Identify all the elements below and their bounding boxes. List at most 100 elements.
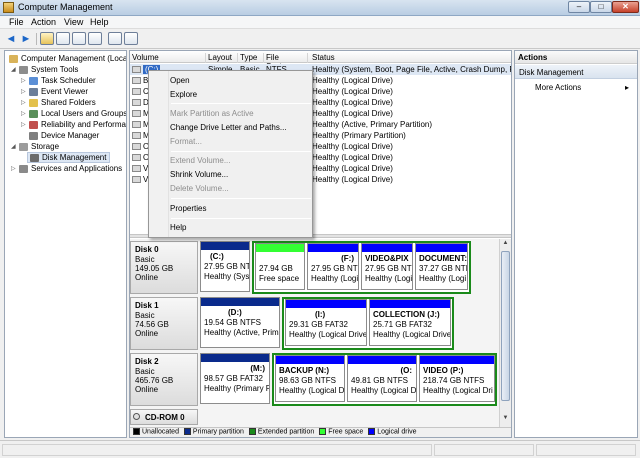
users-icon [29, 109, 38, 118]
legend-swatch-unallocated [133, 428, 140, 435]
menu-item-open[interactable]: Open [170, 76, 190, 85]
tree-item-event-viewer[interactable]: ▷ Event Viewer [21, 86, 88, 97]
tree-item-task-scheduler[interactable]: ▷ Task Scheduler [21, 75, 96, 86]
disk-2-label[interactable]: Disk 2 Basic 465.76 GB Online [130, 353, 198, 406]
tree-item-computer-management[interactable]: Computer Management (Local [7, 53, 126, 64]
tree-item-disk-management[interactable]: Disk Management [27, 152, 111, 163]
disk-row-2: Disk 2 Basic 465.76 GB Online (M:) 98.57 … [130, 353, 499, 406]
menu-item-explore[interactable]: Explore [170, 90, 197, 99]
partition-m[interactable]: (M:) 98.57 GB FAT32 Healthy (Primary P [200, 353, 270, 404]
disk-graphical-view: Disk 0 Basic 149.05 GB Online (C:) 27.95 … [130, 239, 499, 427]
context-menu: Open Explore Mark Partition as Active Ch… [148, 70, 313, 238]
cdrom-label[interactable]: CD-ROM 0 [130, 409, 198, 425]
legend-swatch-logical [368, 428, 376, 435]
expand-icon[interactable]: ▷ [21, 77, 27, 84]
services-icon [19, 164, 28, 173]
properties-icon[interactable] [72, 32, 86, 45]
column-type[interactable]: Type [240, 53, 264, 63]
tree-item-system-tools[interactable]: ◢ System Tools [11, 64, 78, 75]
partition-o[interactable]: (O: 49.81 GB NTFS Healthy (Logical Dr [347, 355, 417, 402]
menu-item-help[interactable]: Help [170, 223, 186, 232]
menu-item-extend-volume[interactable]: Extend Volume... [170, 156, 230, 165]
partition-collection-j[interactable]: COLLECTION (J:) 25.71 GB FAT32 Healthy (Lo… [369, 299, 451, 346]
drive-icon [132, 165, 141, 172]
menu-separator [171, 151, 311, 152]
free-space-disk-0[interactable]: 27.94 GB Free space [255, 243, 305, 290]
tree-item-local-users[interactable]: ▷ Local Users and Groups [21, 108, 126, 119]
partition-backup-n[interactable]: BACKUP (N:) 98.63 GB NTFS Healthy (Logical… [275, 355, 345, 402]
scrollbar-thumb[interactable] [501, 251, 510, 401]
partition-c[interactable]: (C:)27.95 GB NTFHealthy (Syst [200, 241, 250, 292]
menu-help[interactable]: Help [90, 17, 109, 27]
drive-icon [132, 99, 141, 106]
tree-item-reliability[interactable]: ▷ Reliability and Performa [21, 119, 126, 130]
scroll-down-icon[interactable]: ▼ [501, 415, 510, 425]
partition-f[interactable]: (F:) 27.95 GB NTF Healthy (Logi [307, 243, 359, 290]
collapse-icon[interactable]: ◢ [11, 66, 17, 73]
tree-item-shared-folders[interactable]: ▷ Shared Folders [21, 97, 96, 108]
status-bar [0, 440, 640, 458]
disk-row-0: Disk 0 Basic 149.05 GB Online (C:) 27.95 … [130, 241, 499, 294]
expand-icon[interactable]: ▷ [21, 99, 27, 106]
title-bar: Computer Management – □ ✕ [0, 0, 640, 16]
actions-section-disk-management[interactable]: Disk Management [515, 65, 637, 79]
tree-item-storage[interactable]: ◢ Storage [11, 141, 59, 152]
drive-icon [132, 132, 141, 139]
show-hide-tree-icon[interactable] [56, 32, 70, 45]
partition-d[interactable]: (D:) 19.54 GB NTFS Healthy (Active, Prima [200, 297, 280, 348]
minimize-button[interactable]: – [568, 1, 590, 13]
submenu-arrow-icon: ▸ [625, 83, 630, 92]
expand-icon[interactable]: ▷ [21, 88, 27, 95]
maximize-button[interactable]: □ [590, 1, 612, 13]
menu-file[interactable]: File [9, 17, 24, 27]
menu-item-delete-volume[interactable]: Delete Volume... [170, 184, 229, 193]
legend-swatch-primary [183, 428, 191, 435]
column-status[interactable]: Status [312, 53, 510, 63]
drive-icon [132, 88, 141, 95]
forward-arrow-icon[interactable]: ► [19, 32, 33, 45]
toolbar: ◄ ► [0, 29, 640, 49]
tree-item-device-manager[interactable]: Device Manager [27, 130, 99, 141]
device-manager-icon [29, 131, 38, 140]
toolbar-separator [36, 33, 37, 45]
expand-icon[interactable]: ▷ [21, 110, 27, 117]
partition-documents[interactable]: DOCUMENT: 37.27 GB NTF Healthy (Logi [415, 243, 468, 290]
menu-item-format[interactable]: Format... [170, 137, 202, 146]
menu-view[interactable]: View [64, 17, 83, 27]
volume-list-header: Volume Layout Type File System Status [130, 51, 511, 71]
disk-1-label[interactable]: Disk 1 Basic 74.56 GB Online [130, 297, 198, 350]
more-actions-link[interactable]: More Actions [535, 83, 581, 92]
column-file-system[interactable]: File System [266, 53, 308, 71]
graphical-view-scrollbar[interactable]: ▲ ▼ [499, 239, 511, 427]
collapse-icon[interactable]: ◢ [11, 143, 17, 150]
disk-0-label[interactable]: Disk 0 Basic 149.05 GB Online [130, 241, 198, 294]
partition-video-pix[interactable]: VIDEO&PIX 27.95 GB NTF Healthy (Logi [361, 243, 413, 290]
menu-item-properties[interactable]: Properties [170, 204, 206, 213]
menu-item-shrink-volume[interactable]: Shrink Volume... [170, 170, 228, 179]
menu-separator [171, 198, 311, 199]
clock-icon [29, 76, 38, 85]
status-cell [536, 444, 636, 456]
menu-action[interactable]: Action [31, 17, 56, 27]
partition-i[interactable]: (I:) 29.31 GB FAT32 Healthy (Logical Drive [285, 299, 367, 346]
drive-icon [132, 110, 141, 117]
tools-icon [19, 65, 28, 74]
up-folder-icon[interactable] [40, 32, 54, 45]
legend: Unallocated Primary partition Extended p… [130, 427, 511, 437]
export-list-icon[interactable] [124, 32, 138, 45]
expand-icon[interactable]: ▷ [11, 165, 17, 172]
menu-item-mark-active[interactable]: Mark Partition as Active [170, 109, 254, 118]
tree-item-services[interactable]: ▷ Services and Applications [11, 163, 122, 174]
refresh-icon[interactable] [108, 32, 122, 45]
expand-icon[interactable]: ▷ [21, 121, 27, 128]
close-button[interactable]: ✕ [612, 1, 639, 13]
partition-video-p[interactable]: VIDEO (P:) 218.74 GB NTFS Healthy (Logical… [419, 355, 495, 402]
scroll-up-icon[interactable]: ▲ [501, 240, 510, 250]
help-icon[interactable] [88, 32, 102, 45]
performance-icon [29, 120, 38, 129]
back-arrow-icon[interactable]: ◄ [4, 32, 18, 45]
drive-icon [132, 143, 141, 150]
menu-item-change-drive-letter[interactable]: Change Drive Letter and Paths... [170, 123, 287, 132]
column-layout[interactable]: Layout [208, 53, 238, 63]
column-volume[interactable]: Volume [132, 53, 206, 63]
